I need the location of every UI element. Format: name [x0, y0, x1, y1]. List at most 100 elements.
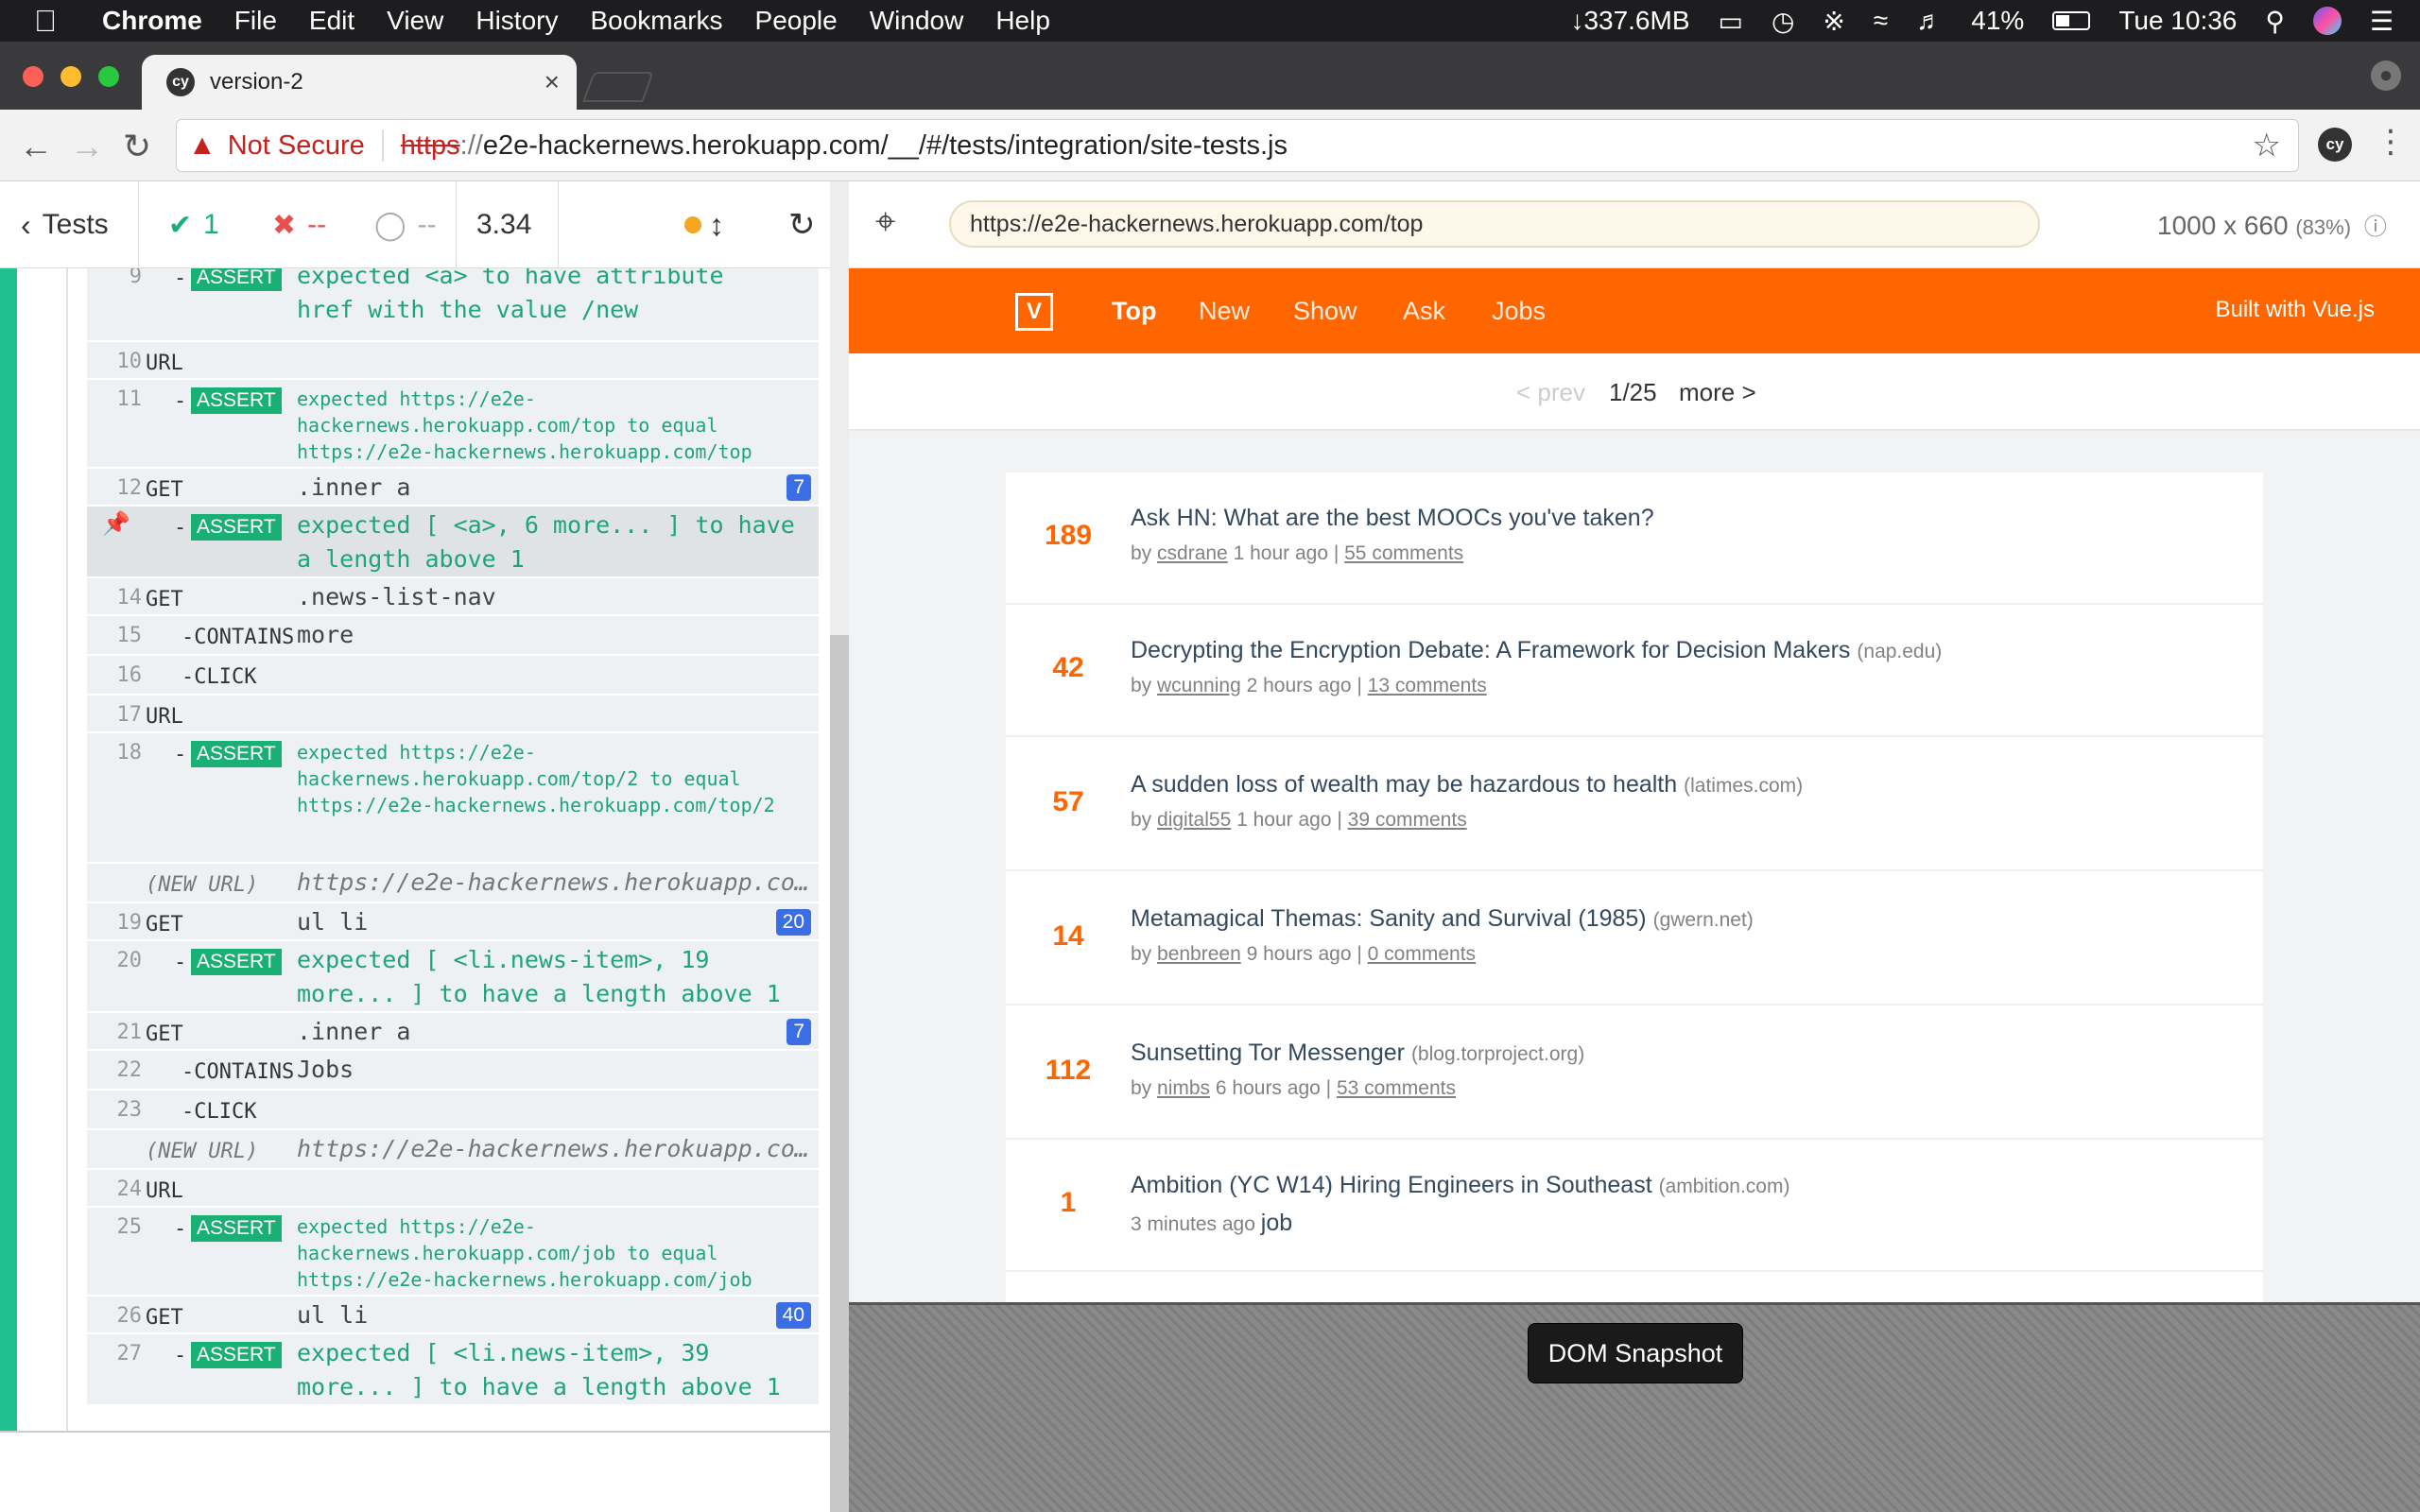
menu-window[interactable]: Window: [870, 6, 964, 36]
command-row[interactable]: 22 -CONTAINS Jobs: [87, 1051, 819, 1091]
command-row[interactable]: 26 GET ul li 40: [87, 1297, 819, 1334]
prev-link[interactable]: < prev: [1516, 378, 1585, 407]
vue-logo-icon[interactable]: V: [1015, 293, 1053, 331]
menu-help[interactable]: Help: [995, 6, 1050, 36]
profile-icon[interactable]: ●: [2371, 60, 2401, 91]
news-comments-link[interactable]: 55 comments: [1344, 542, 1463, 564]
siri-icon[interactable]: [2312, 7, 2342, 35]
news-author-link[interactable]: csdrane: [1157, 542, 1228, 564]
command-row[interactable]: 14 GET .news-list-nav: [87, 578, 819, 616]
new-tab-button[interactable]: [582, 72, 654, 102]
selector-playground-icon[interactable]: ⌖: [875, 202, 895, 243]
close-window-icon[interactable]: [23, 66, 43, 87]
apple-icon[interactable]: : [34, 4, 68, 39]
notification-center-icon[interactable]: ☰: [2370, 6, 2394, 37]
command-assert[interactable]: 📌 - ASSERT expected [ <a>, 6 more... ] to h…: [87, 507, 819, 578]
news-author-link[interactable]: nimbs: [1157, 1077, 1210, 1099]
news-title[interactable]: Sunsetting Tor Messenger: [1131, 1040, 1405, 1066]
nav-top[interactable]: Top: [1112, 297, 1156, 326]
command-row[interactable]: 10 URL: [87, 342, 819, 380]
bookmark-star-icon[interactable]: ☆: [2253, 127, 2281, 164]
command-row[interactable]: 21 GET .inner a 7: [87, 1013, 819, 1051]
news-title[interactable]: Ask HN: What are the best MOOCs you've t…: [1131, 505, 1654, 531]
reload-icon[interactable]: ↻: [123, 127, 151, 166]
battery-percent[interactable]: 41%: [1971, 6, 2024, 36]
running-status[interactable]: ↕: [684, 181, 724, 268]
command-row[interactable]: 15 -CONTAINS more: [87, 616, 819, 656]
command-row[interactable]: 23 -CLICK: [87, 1091, 819, 1130]
restart-tests-icon[interactable]: ↻: [788, 181, 816, 268]
nav-show[interactable]: Show: [1293, 297, 1357, 326]
wifi-icon[interactable]: ≈: [1874, 6, 1888, 36]
address-bar[interactable]: ▲ Not Secure https://e2e-hackernews.hero…: [176, 119, 2299, 172]
news-title[interactable]: Decrypting the Encryption Debate: A Fram…: [1131, 637, 1850, 663]
news-title[interactable]: Metamagical Themas: Sanity and Survival …: [1131, 905, 1647, 932]
chrome-menu-icon[interactable]: ⋮: [2375, 123, 2407, 161]
news-title-link[interactable]: A sudden loss of wealth may be hazardous…: [1131, 771, 1803, 799]
command-assert[interactable]: 20 - ASSERT expected [ <li.news-item>, 19 mo…: [87, 941, 819, 1013]
command-assert[interactable]: 27 - ASSERT expected [ <li.news-item>, 39 mo…: [87, 1334, 819, 1406]
pin-icon[interactable]: 📌: [102, 510, 130, 537]
not-secure-label[interactable]: Not Secure: [228, 130, 365, 162]
battery-icon[interactable]: [2052, 11, 2091, 30]
news-comments-link[interactable]: 39 comments: [1348, 809, 1467, 831]
nav-jobs[interactable]: Jobs: [1492, 297, 1546, 326]
news-title-link[interactable]: Sunsetting Tor Messenger (blog.torprojec…: [1131, 1040, 1584, 1067]
menu-edit[interactable]: Edit: [309, 6, 354, 36]
pending-count: ◯ --: [374, 181, 437, 268]
news-title-link[interactable]: Ambition (YC W14) Hiring Engineers in So…: [1131, 1172, 1789, 1199]
clock[interactable]: Tue 10:36: [2118, 6, 2237, 36]
command-assert[interactable]: 9 - ASSERT expected <a> to have attribute hr…: [87, 268, 819, 342]
cypress-extension-icon[interactable]: cy: [2318, 128, 2352, 162]
forward-arrow-icon[interactable]: →: [70, 127, 104, 166]
news-comments-link[interactable]: 13 comments: [1368, 675, 1487, 696]
spotlight-search-icon[interactable]: ⚲: [2265, 6, 2285, 37]
browser-tab[interactable]: cy version-2 ×: [142, 55, 577, 110]
news-title-link[interactable]: Decrypting the Encryption Debate: A Fram…: [1131, 637, 1942, 664]
news-title-link[interactable]: Ask HN: What are the best MOOCs you've t…: [1131, 505, 1654, 532]
menu-history[interactable]: History: [475, 6, 558, 36]
news-author-link[interactable]: benbreen: [1157, 943, 1241, 965]
menu-people[interactable]: People: [755, 6, 838, 36]
assert-badge: ASSERT: [191, 1342, 282, 1368]
memory-status[interactable]: ↓337.6MB: [1570, 6, 1689, 36]
nav-new[interactable]: New: [1199, 297, 1250, 326]
news-comments-link[interactable]: 53 comments: [1337, 1077, 1456, 1099]
command-row[interactable]: 24 URL: [87, 1170, 819, 1208]
menu-view[interactable]: View: [387, 6, 443, 36]
news-author-link[interactable]: digital55: [1157, 809, 1231, 831]
menu-bookmarks[interactable]: Bookmarks: [590, 6, 722, 36]
menu-file[interactable]: File: [234, 6, 277, 36]
command-row[interactable]: 17 URL: [87, 696, 819, 733]
info-icon[interactable]: ⓘ: [2364, 215, 2387, 240]
news-title[interactable]: A sudden loss of wealth may be hazardous…: [1131, 771, 1677, 798]
job-label[interactable]: job: [1261, 1210, 1292, 1236]
aut-url-field[interactable]: https://e2e-hackernews.herokuapp.com/top: [949, 200, 2040, 248]
news-title-link[interactable]: Metamagical Themas: Sanity and Survival …: [1131, 905, 1754, 933]
airplay-icon[interactable]: ▭: [1719, 6, 1743, 37]
command-row[interactable]: (NEW URL) https://e2e-hackernews.herokuap…: [87, 864, 819, 903]
reporter-scrollbar-thumb[interactable]: [830, 635, 849, 1512]
more-link[interactable]: more >: [1679, 378, 1756, 407]
command-row[interactable]: (NEW URL) https://e2e-hackernews.herokuap…: [87, 1130, 819, 1170]
back-arrow-icon[interactable]: ←: [19, 127, 53, 166]
volume-icon[interactable]: ♬: [1916, 6, 1943, 36]
nav-ask[interactable]: Ask: [1403, 297, 1445, 326]
command-row[interactable]: 12 GET .inner a 7: [87, 469, 819, 507]
zoom-window-icon[interactable]: [98, 66, 119, 87]
menu-app-chrome[interactable]: Chrome: [102, 6, 202, 36]
command-row[interactable]: 16 -CLICK: [87, 656, 819, 696]
close-tab-icon[interactable]: ×: [544, 67, 560, 97]
built-with-vue-link[interactable]: Built with Vue.js: [2215, 297, 2375, 323]
news-title[interactable]: Ambition (YC W14) Hiring Engineers in So…: [1131, 1172, 1652, 1198]
minimize-window-icon[interactable]: [60, 66, 81, 87]
tests-back-button[interactable]: ‹ Tests: [21, 181, 109, 268]
bluetooth-icon[interactable]: ※: [1823, 6, 1844, 37]
time-machine-icon[interactable]: ◷: [1772, 6, 1794, 37]
command-assert[interactable]: 11 - ASSERT expected https://e2e-hackernews…: [87, 380, 819, 469]
news-comments-link[interactable]: 0 comments: [1368, 943, 1476, 965]
news-author-link[interactable]: wcunning: [1157, 675, 1241, 696]
command-assert[interactable]: 18 - ASSERT expected https://e2e-hackernews…: [87, 733, 819, 864]
command-assert[interactable]: 25 - ASSERT expected https://e2e-hackernews…: [87, 1208, 819, 1297]
command-row[interactable]: 19 GET ul li 20: [87, 903, 819, 941]
